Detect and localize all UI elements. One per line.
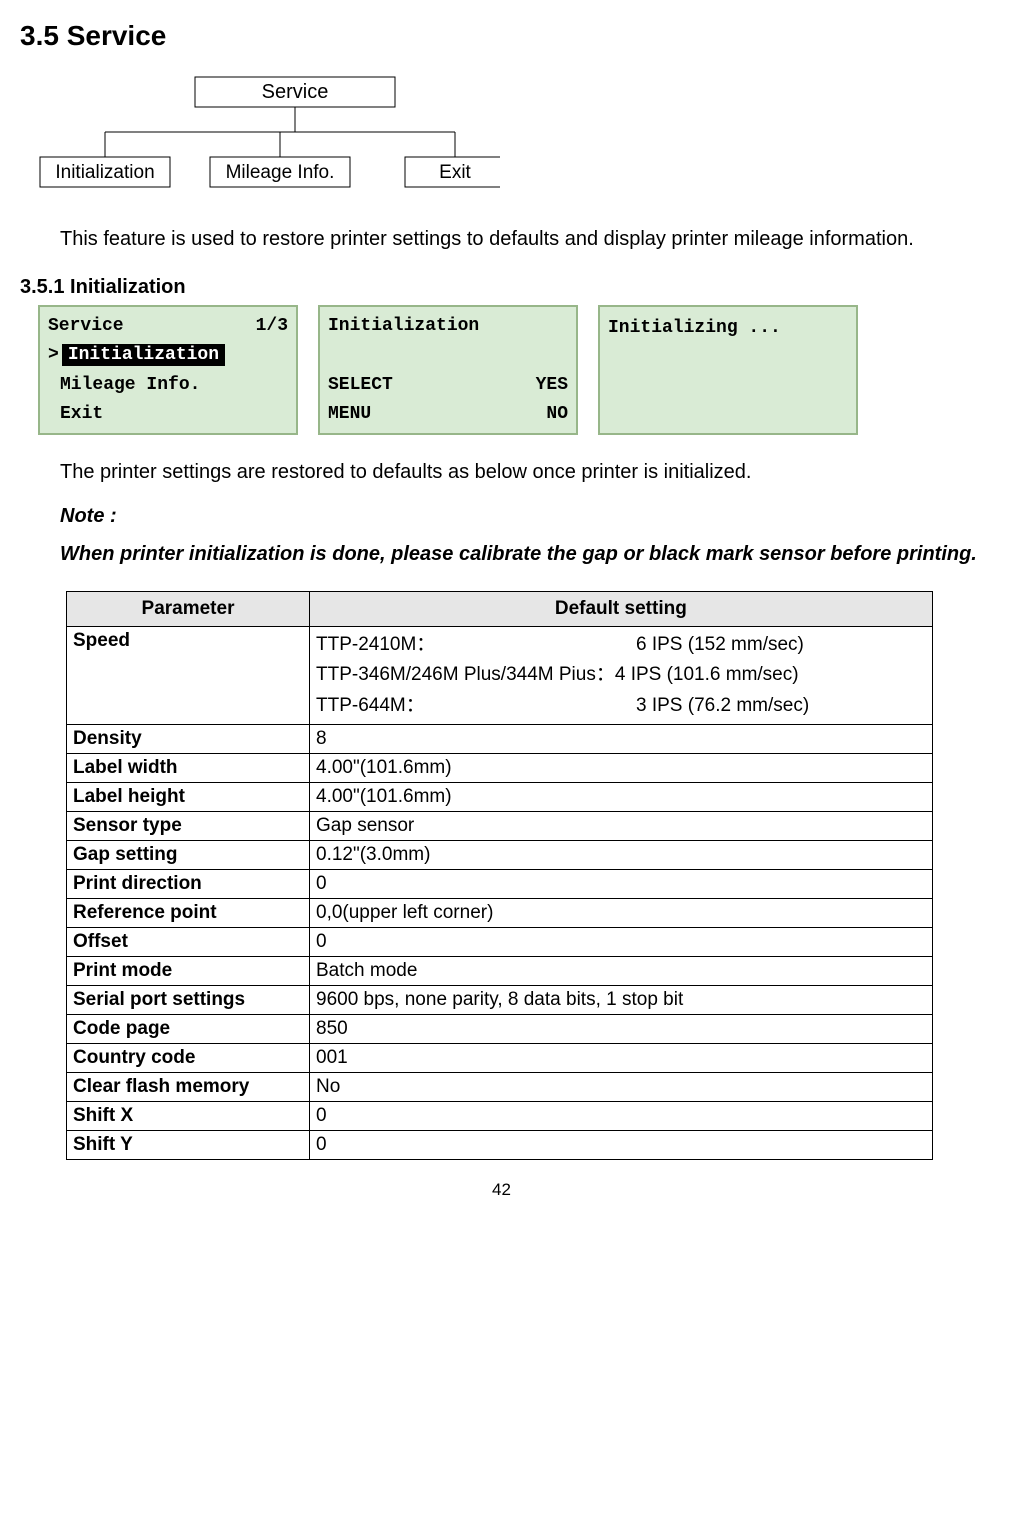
note-label: Note : (60, 499, 983, 533)
diagram-child-1: Initialization (55, 162, 154, 183)
intro-paragraph: This feature is used to restore printer … (60, 222, 983, 256)
lcd-screens: Service 1/3 > Initialization Mileage Inf… (38, 305, 983, 435)
note-text: When printer initialization is done, ple… (60, 537, 983, 571)
after-screens-paragraph: The printer settings are restored to def… (60, 455, 983, 489)
param-speed: Speed (67, 627, 310, 725)
lcd-screen-menu: Service 1/3 > Initialization Mileage Inf… (38, 305, 298, 435)
table-row: Print direction0 (67, 870, 933, 899)
screen2-select-yes: YES (536, 375, 568, 395)
screen2-title: Initialization (328, 316, 479, 336)
screen1-item3: Exit (60, 404, 103, 424)
section-title: 3.5 Service (20, 20, 983, 52)
diagram-child-3: Exit (439, 162, 471, 183)
service-tree-diagram: Service Initialization Mileage Info. Exi… (30, 72, 983, 192)
table-row: Label height4.00"(101.6mm) (67, 783, 933, 812)
table-row: Gap setting0.12"(3.0mm) (67, 841, 933, 870)
table-row: Speed TTP-2410M：6 IPS (152 mm/sec) TTP-3… (67, 627, 933, 725)
table-row: Serial port settings9600 bps, none parit… (67, 986, 933, 1015)
table-row: Print modeBatch mode (67, 957, 933, 986)
table-row: Shift Y0 (67, 1131, 933, 1160)
subsection-title: 3.5.1 Initialization (20, 276, 983, 299)
lcd-screen-progress: Initializing ... (598, 305, 858, 435)
page-number: 42 (20, 1180, 983, 1200)
table-row: Country code001 (67, 1044, 933, 1073)
table-row: Label width4.00"(101.6mm) (67, 754, 933, 783)
screen1-item1-selected: Initialization (62, 344, 225, 366)
screen2-menu-no: NO (546, 404, 568, 424)
default-settings-table: Parameter Default setting Speed TTP-2410… (66, 591, 933, 1160)
table-row: Code page850 (67, 1015, 933, 1044)
table-row: Shift X0 (67, 1102, 933, 1131)
table-row: Reference point0,0(upper left corner) (67, 899, 933, 928)
screen1-cursor: > (48, 345, 62, 365)
lcd-screen-confirm: Initialization SELECT YES MENU NO (318, 305, 578, 435)
table-row: Clear flash memoryNo (67, 1073, 933, 1102)
screen1-title-left: Service (48, 316, 124, 336)
value-speed: TTP-2410M：6 IPS (152 mm/sec) TTP-346M/24… (310, 627, 933, 725)
screen3-title: Initializing ... (608, 318, 781, 338)
diagram-root: Service (262, 81, 329, 103)
table-row: Offset0 (67, 928, 933, 957)
table-header-parameter: Parameter (67, 592, 310, 627)
screen2-select-label: SELECT (328, 375, 393, 395)
diagram-child-2: Mileage Info. (226, 162, 335, 183)
screen1-title-right: 1/3 (256, 316, 288, 336)
screen1-item2: Mileage Info. (60, 375, 200, 395)
screen2-menu-label: MENU (328, 404, 371, 424)
table-row: Density8 (67, 725, 933, 754)
table-header-default: Default setting (310, 592, 933, 627)
table-row: Sensor typeGap sensor (67, 812, 933, 841)
